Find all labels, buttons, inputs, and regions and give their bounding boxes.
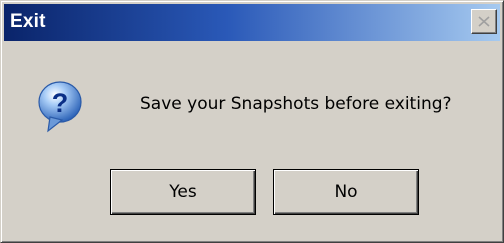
close-icon [478, 16, 490, 27]
no-button[interactable]: No [273, 169, 419, 215]
exit-dialog: Exit ? Save your Snapshots before exitin… [0, 0, 504, 243]
dialog-message: Save your Snapshots before exiting? [140, 94, 452, 114]
yes-button[interactable]: Yes [110, 169, 256, 215]
title-bar[interactable]: Exit [4, 4, 500, 41]
svg-text:?: ? [52, 88, 69, 118]
question-icon: ? [38, 81, 82, 133]
close-button[interactable] [471, 9, 497, 34]
window-title: Exit [10, 11, 46, 32]
